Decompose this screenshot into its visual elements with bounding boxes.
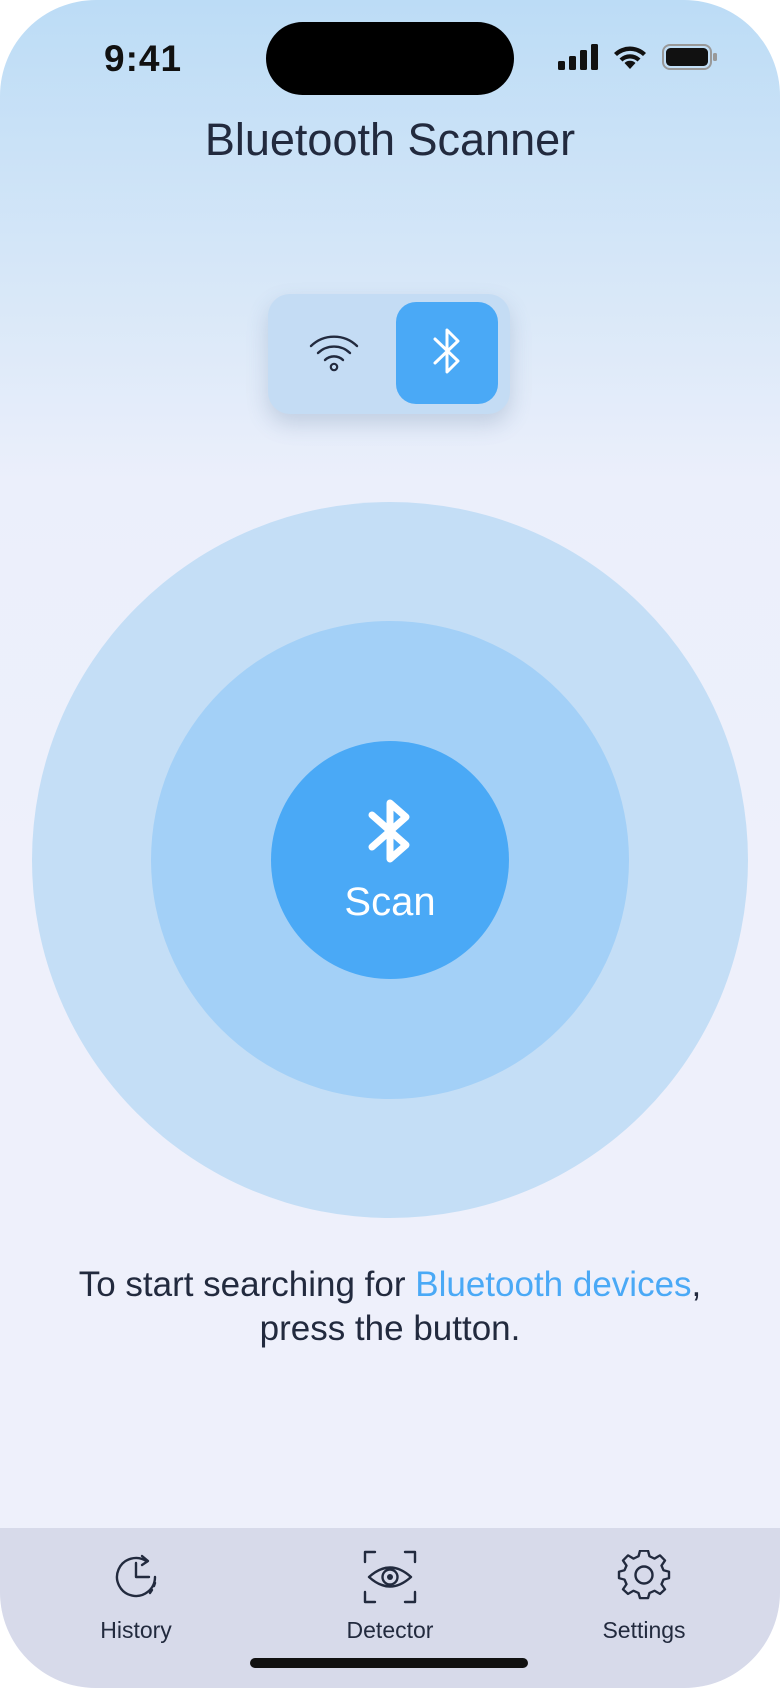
- tab-detector[interactable]: Detector: [300, 1550, 480, 1644]
- page-title: Bluetooth Scanner: [204, 114, 576, 165]
- dynamic-island: [266, 22, 514, 95]
- tab-history-label: History: [100, 1617, 172, 1643]
- tab-settings-label: Settings: [602, 1617, 686, 1643]
- app-screen: 9:41 Bluetooth Scanner Scan To start sea…: [0, 0, 780, 1688]
- eye-scan-icon: [363, 1550, 417, 1609]
- scan-button[interactable]: Scan: [271, 741, 509, 979]
- bluetooth-icon: [427, 324, 467, 383]
- hint-line-2: press the button.: [259, 1309, 521, 1348]
- tab-detector-label: Detector: [346, 1617, 434, 1643]
- wifi-icon: [308, 332, 360, 377]
- hint-suffix: ,: [691, 1265, 702, 1304]
- bluetooth-icon: [363, 795, 417, 872]
- tab-history[interactable]: History: [46, 1550, 226, 1644]
- mode-toggle: [268, 294, 510, 414]
- battery-icon: [662, 44, 718, 75]
- hint-text: To start searching for Bluetooth devices…: [0, 1263, 780, 1351]
- gear-icon: [617, 1549, 671, 1609]
- hint-line-1: To start searching for Bluetooth devices…: [0, 1263, 780, 1307]
- wifi-mode-button[interactable]: [284, 304, 384, 404]
- bluetooth-mode-button[interactable]: [396, 302, 498, 404]
- tab-settings[interactable]: Settings: [554, 1549, 734, 1644]
- home-indicator[interactable]: [250, 1658, 528, 1668]
- bluetooth-devices-link: Bluetooth devices: [415, 1265, 692, 1304]
- wifi-icon: [612, 44, 648, 75]
- cellular-signal-icon: [558, 44, 598, 75]
- scan-label: Scan: [344, 880, 436, 924]
- history-clock-icon: [109, 1550, 163, 1609]
- hint-prefix: To start searching for: [78, 1265, 416, 1304]
- status-time: 9:41: [104, 38, 183, 79]
- status-icons: [558, 44, 718, 75]
